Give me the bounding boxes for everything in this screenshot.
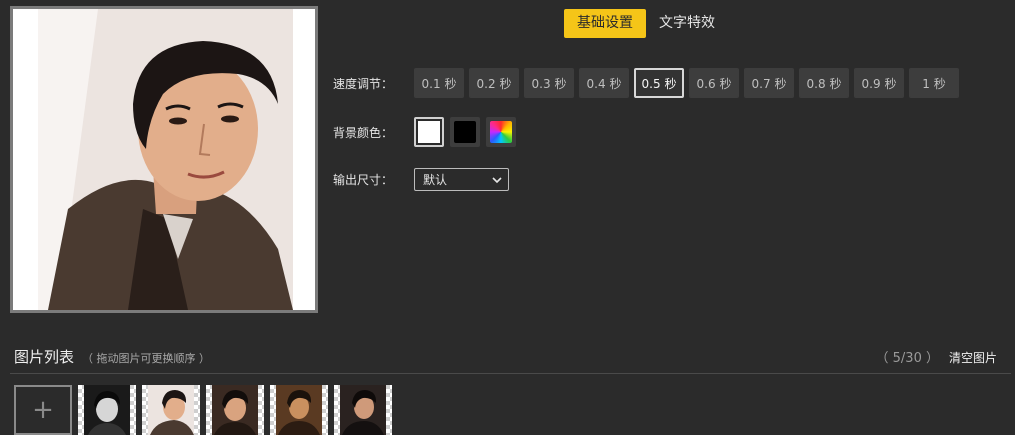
- swatch-white[interactable]: [414, 117, 444, 147]
- settings-tabs: 基础设置 文字特效: [564, 9, 728, 38]
- speed-setting-row: 速度调节： 0.1 秒 0.2 秒 0.3 秒 0.4 秒 0.5 秒 0.6 …: [333, 68, 959, 98]
- thumbnail-2[interactable]: [142, 385, 200, 435]
- swatch-black[interactable]: [450, 117, 480, 147]
- speed-option-0.8[interactable]: 0.8 秒: [799, 68, 849, 98]
- speed-option-0.9[interactable]: 0.9 秒: [854, 68, 904, 98]
- color-swatches: [414, 117, 516, 147]
- image-list-title: 图片列表: [14, 348, 75, 366]
- divider: [10, 373, 1011, 374]
- image-count: （ 5/30 ）: [875, 351, 939, 366]
- image-list-actions: （ 5/30 ） 清空图片: [876, 347, 1011, 366]
- plus-icon: +: [32, 395, 54, 425]
- speed-option-0.2[interactable]: 0.2 秒: [469, 68, 519, 98]
- thumbnail-4[interactable]: [270, 385, 328, 435]
- clear-images-button[interactable]: 清空图片: [949, 349, 997, 366]
- output-size-value: 默认: [423, 173, 448, 187]
- background-color-label: 背景颜色：: [333, 125, 394, 140]
- speed-option-1[interactable]: 1 秒: [909, 68, 959, 98]
- speed-label: 速度调节：: [333, 76, 394, 91]
- speed-option-0.7[interactable]: 0.7 秒: [744, 68, 794, 98]
- speed-option-0.5[interactable]: 0.5 秒: [634, 68, 684, 98]
- thumbnail-5[interactable]: [334, 385, 392, 435]
- tab-text-effects[interactable]: 文字特效: [646, 9, 728, 38]
- preview-photo: [38, 9, 293, 310]
- add-image-button[interactable]: +: [14, 385, 72, 435]
- speed-option-0.4[interactable]: 0.4 秒: [579, 68, 629, 98]
- thumbnail-strip: +: [14, 385, 392, 435]
- speed-option-0.6[interactable]: 0.6 秒: [689, 68, 739, 98]
- tab-basic-settings[interactable]: 基础设置: [564, 9, 646, 38]
- thumbnail-3[interactable]: [206, 385, 264, 435]
- chevron-down-icon: [492, 176, 502, 183]
- output-size-row: 输出尺寸： 默认: [333, 168, 509, 191]
- speed-options: 0.1 秒 0.2 秒 0.3 秒 0.4 秒 0.5 秒 0.6 秒 0.7 …: [414, 68, 959, 98]
- background-color-row: 背景颜色：: [333, 117, 516, 147]
- output-size-select[interactable]: 默认: [414, 168, 509, 191]
- swatch-custom-color-picker[interactable]: [486, 117, 516, 147]
- thumbnail-1[interactable]: [78, 385, 136, 435]
- speed-option-0.1[interactable]: 0.1 秒: [414, 68, 464, 98]
- image-list-hint: （ 拖动图片可更换顺序 ）: [82, 352, 211, 365]
- speed-option-0.3[interactable]: 0.3 秒: [524, 68, 574, 98]
- image-list-header: 图片列表 （ 拖动图片可更换顺序 ） （ 5/30 ） 清空图片: [14, 346, 1011, 367]
- preview-panel: [10, 6, 318, 313]
- output-size-label: 输出尺寸：: [333, 173, 394, 187]
